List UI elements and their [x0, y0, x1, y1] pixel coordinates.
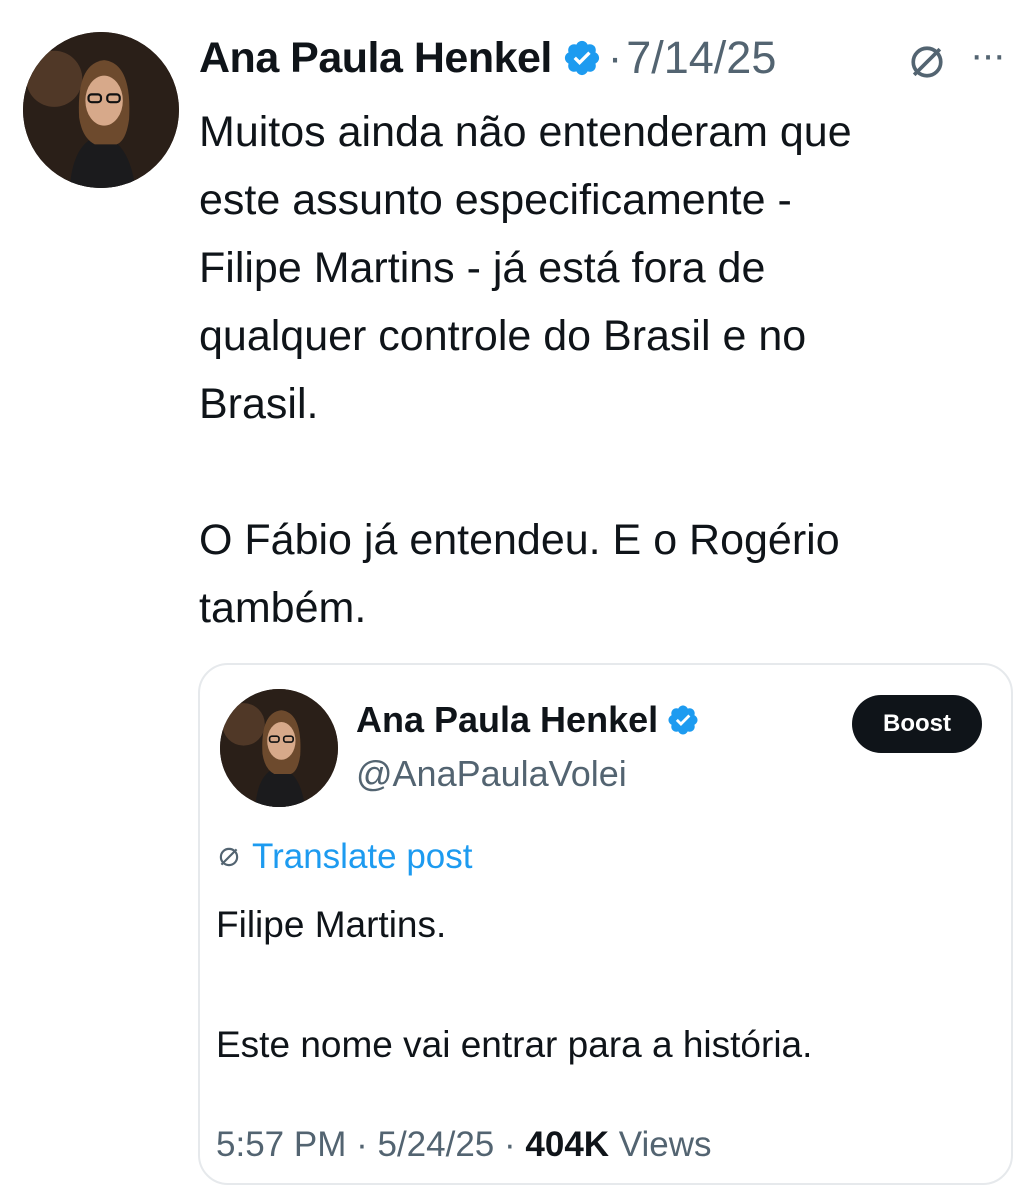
quoted-tweet-text: Filipe Martins. Este nome vai entrar par…: [216, 904, 813, 1065]
more-icon[interactable]: ···: [970, 33, 1006, 78]
meta-separator: ·: [504, 1125, 516, 1164]
quoted-tweet-card[interactable]: Ana Paula Henkel @AnaPaulaVolei Boost Tr…: [198, 663, 1013, 1185]
header-separator: ·: [607, 33, 623, 82]
quoted-author-avatar[interactable]: [220, 689, 338, 807]
tweet-date[interactable]: 7/14/25: [626, 32, 776, 84]
translate-label: Translate post: [252, 837, 473, 876]
translate-post-link[interactable]: Translate post: [216, 837, 472, 877]
author-avatar[interactable]: [23, 32, 179, 188]
views-label: Views: [618, 1125, 712, 1164]
globe-icon[interactable]: [905, 40, 949, 84]
globe-icon: [219, 847, 239, 867]
quoted-time[interactable]: 5:57 PM: [216, 1125, 346, 1164]
quoted-author-name-row: Ana Paula Henkel: [356, 699, 700, 741]
quoted-author-name[interactable]: Ana Paula Henkel: [356, 699, 658, 741]
author-name[interactable]: Ana Paula Henkel: [199, 34, 552, 83]
meta-separator: ·: [356, 1125, 368, 1164]
tweet-text: Muitos ainda não entenderam que este ass…: [199, 108, 852, 632]
quoted-tweet-meta: 5:57 PM · 5/24/25 · 404K Views: [216, 1125, 712, 1165]
verified-badge-icon[interactable]: [562, 38, 602, 78]
views-count: 404K: [525, 1125, 610, 1164]
tweet-header: Ana Paula Henkel · 7/14/25: [199, 28, 776, 88]
boost-button[interactable]: Boost: [852, 695, 982, 753]
verified-badge-icon[interactable]: [666, 703, 700, 737]
quoted-author-handle[interactable]: @AnaPaulaVolei: [356, 753, 627, 795]
quoted-date[interactable]: 5/24/25: [377, 1125, 494, 1164]
